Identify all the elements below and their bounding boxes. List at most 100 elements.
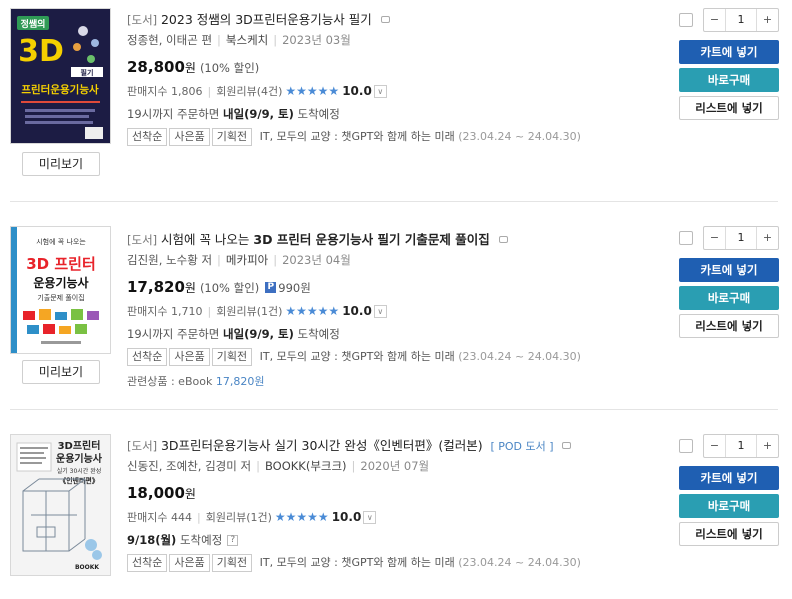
quantity-minus-button[interactable]: − bbox=[704, 9, 726, 31]
add-to-list-button[interactable]: 리스트에 넣기 bbox=[679, 314, 779, 338]
quantity-minus-button[interactable]: − bbox=[704, 435, 726, 457]
tag-first-come[interactable]: 선착순 bbox=[127, 348, 168, 366]
points-badge-icon: P bbox=[265, 282, 277, 293]
book-title-link[interactable]: 시험에 꼭 나오는 3D 프린터 운용기능사 필기 기출문제 풀이집 bbox=[161, 232, 490, 247]
shipping-suffix: 도착예정 bbox=[297, 327, 340, 341]
rating-stars-icon: ★★★★★ bbox=[285, 304, 340, 318]
shipping-prefix: 19시까지 주문하면 bbox=[127, 327, 220, 341]
tag-exhibition[interactable]: 기획전 bbox=[211, 128, 253, 146]
book-title-link[interactable]: 3D프린터운용기능사 실기 30시간 완성《인벤터편》(컬러본) bbox=[161, 438, 483, 453]
book-cover-art: 3D프린터 운용기능사 실기 30시간 완성 《인벤터편》 BOOKK bbox=[11, 435, 110, 575]
book-price: 18,000 bbox=[127, 484, 185, 502]
book-info: [도서] 3D프린터운용기능사 실기 30시간 완성《인벤터편》(컬러본) [ … bbox=[127, 436, 657, 574]
book-price: 17,820 bbox=[127, 278, 185, 296]
quantity-plus-button[interactable]: + bbox=[756, 227, 778, 249]
add-to-list-button[interactable]: 리스트에 넣기 bbox=[679, 96, 779, 120]
divider: | bbox=[196, 511, 201, 524]
shipping-date: 내일(9/9, 토) bbox=[223, 327, 294, 341]
quantity-stepper: − 1 + bbox=[703, 8, 779, 32]
quantity-minus-button[interactable]: − bbox=[704, 227, 726, 249]
quantity-stepper: − 1 + bbox=[703, 226, 779, 250]
tag-gift[interactable]: 사은품 bbox=[169, 348, 210, 366]
book-cover-image[interactable]: 시험에 꼭 나오는 3D 프린터 운용기능사 기출문제 풀이집 bbox=[10, 226, 111, 354]
cover-line-text: 실기 30시간 완성 bbox=[57, 467, 102, 475]
rating-score: 10.0 bbox=[342, 84, 372, 98]
select-checkbox[interactable] bbox=[679, 439, 693, 453]
book-authors[interactable]: 신동진, 조예찬, 김경미 저 bbox=[127, 459, 251, 473]
cover-big-text: 3D 프린터 bbox=[26, 255, 96, 273]
book-info: [도서] 시험에 꼭 나오는 3D 프린터 운용기능사 필기 기출문제 풀이집 … bbox=[127, 230, 657, 390]
shipping-date: 내일(9/9, 토) bbox=[223, 107, 294, 121]
review-link-label[interactable]: 회원리뷰 bbox=[216, 85, 256, 98]
tag-first-come[interactable]: 선착순 bbox=[127, 128, 168, 146]
comment-icon[interactable] bbox=[562, 442, 572, 449]
add-to-list-button[interactable]: 리스트에 넣기 bbox=[679, 522, 779, 546]
review-link-label[interactable]: 회원리뷰 bbox=[206, 511, 246, 524]
shipping-suffix: 도착예정 bbox=[179, 533, 223, 547]
book-category: [도서] bbox=[127, 439, 158, 453]
event-link[interactable]: IT, 모두의 교양 : 챗GPT와 함께 하는 미래 (23.04.24 ~ … bbox=[260, 350, 581, 363]
buy-now-button[interactable]: 바로구매 bbox=[679, 68, 779, 92]
cover-top-text: 정쌤의 bbox=[21, 18, 46, 30]
quantity-plus-button[interactable]: + bbox=[756, 435, 778, 457]
add-to-cart-button[interactable]: 카트에 넣기 bbox=[679, 40, 779, 64]
quantity-plus-button[interactable]: + bbox=[756, 9, 778, 31]
tag-gift[interactable]: 사은품 bbox=[169, 554, 210, 572]
book-cover-image[interactable]: 3D프린터 운용기능사 실기 30시간 완성 《인벤터편》 BOOKK bbox=[10, 434, 111, 576]
chevron-down-icon[interactable]: ∨ bbox=[363, 510, 377, 524]
sales-index-value: 1,710 bbox=[170, 305, 203, 318]
review-link-label[interactable]: 회원리뷰 bbox=[216, 305, 256, 318]
tag-first-come[interactable]: 선착순 bbox=[127, 554, 168, 572]
cover-big-text: 3D프린터 bbox=[58, 439, 101, 452]
related-product-link[interactable]: 17,820원 bbox=[216, 375, 265, 388]
quantity-input[interactable]: 1 bbox=[726, 435, 756, 457]
book-authors[interactable]: 김진원, 노수황 저 bbox=[127, 253, 212, 267]
tag-exhibition[interactable]: 기획전 bbox=[211, 554, 253, 572]
event-text: IT, 모두의 교양 : 챗GPT와 함께 하는 미래 bbox=[259, 130, 455, 143]
won-unit: 원 bbox=[184, 487, 196, 501]
chevron-down-icon[interactable]: ∨ bbox=[373, 84, 387, 98]
shipping-prefix: 19시까지 주문하면 bbox=[127, 107, 220, 121]
book-authors[interactable]: 정종현, 이태곤 편 bbox=[127, 33, 212, 47]
select-checkbox[interactable] bbox=[679, 13, 693, 27]
divider: | bbox=[256, 459, 260, 473]
add-to-cart-button[interactable]: 카트에 넣기 bbox=[679, 466, 779, 490]
tag-gift[interactable]: 사은품 bbox=[169, 128, 210, 146]
rating-score: 10.0 bbox=[342, 304, 372, 318]
book-date: 2020년 07월 bbox=[360, 459, 430, 473]
review-count[interactable]: (1건) bbox=[257, 305, 283, 318]
book-title-link[interactable]: 2023 정쌤의 3D프린터운용기능사 필기 bbox=[161, 12, 372, 27]
item-divider bbox=[10, 201, 778, 202]
divider: | bbox=[273, 253, 278, 267]
cover-brand: BOOKK bbox=[75, 564, 99, 571]
preview-button[interactable]: 미리보기 bbox=[22, 152, 100, 176]
quantity-input[interactable]: 1 bbox=[726, 9, 756, 31]
buy-now-button[interactable]: 바로구매 bbox=[679, 494, 779, 518]
help-icon[interactable]: ? bbox=[227, 535, 239, 546]
book-publisher[interactable]: 북스케치 bbox=[226, 33, 268, 47]
event-link[interactable]: IT, 모두의 교양 : 챗GPT와 함께 하는 미래 (23.04.24 ~ … bbox=[260, 556, 581, 569]
divider: | bbox=[351, 459, 356, 473]
review-count[interactable]: (4건) bbox=[257, 85, 283, 98]
review-count[interactable]: (1건) bbox=[246, 511, 272, 524]
buy-now-button[interactable]: 바로구매 bbox=[679, 286, 779, 310]
shipping-suffix: 도착예정 bbox=[297, 107, 340, 121]
book-publisher[interactable]: 메카피아 bbox=[226, 253, 268, 267]
tag-exhibition[interactable]: 기획전 bbox=[211, 348, 253, 366]
divider: | bbox=[207, 85, 212, 98]
book-publisher[interactable]: BOOKK(부크크) bbox=[265, 459, 347, 473]
comment-icon[interactable] bbox=[498, 236, 508, 243]
divider: | bbox=[273, 33, 278, 47]
book-cover-image[interactable]: 정쌤의 3D 필기 프린터운용기능사 bbox=[10, 8, 111, 144]
add-to-cart-button[interactable]: 카트에 넣기 bbox=[679, 258, 779, 282]
book-price: 28,800 bbox=[127, 58, 185, 76]
chevron-down-icon[interactable]: ∨ bbox=[373, 304, 387, 318]
select-checkbox[interactable] bbox=[679, 231, 693, 245]
event-text: IT, 모두의 교양 : 챗GPT와 함께 하는 미래 bbox=[259, 350, 455, 363]
book-cover-art: 시험에 꼭 나오는 3D 프린터 운용기능사 기출문제 풀이집 bbox=[11, 227, 110, 353]
preview-button[interactable]: 미리보기 bbox=[22, 360, 100, 384]
event-link[interactable]: IT, 모두의 교양 : 챗GPT와 함께 하는 미래 (23.04.24 ~ … bbox=[260, 130, 581, 143]
quantity-input[interactable]: 1 bbox=[726, 227, 756, 249]
sales-index-value: 1,806 bbox=[170, 85, 203, 98]
comment-icon[interactable] bbox=[380, 16, 390, 23]
